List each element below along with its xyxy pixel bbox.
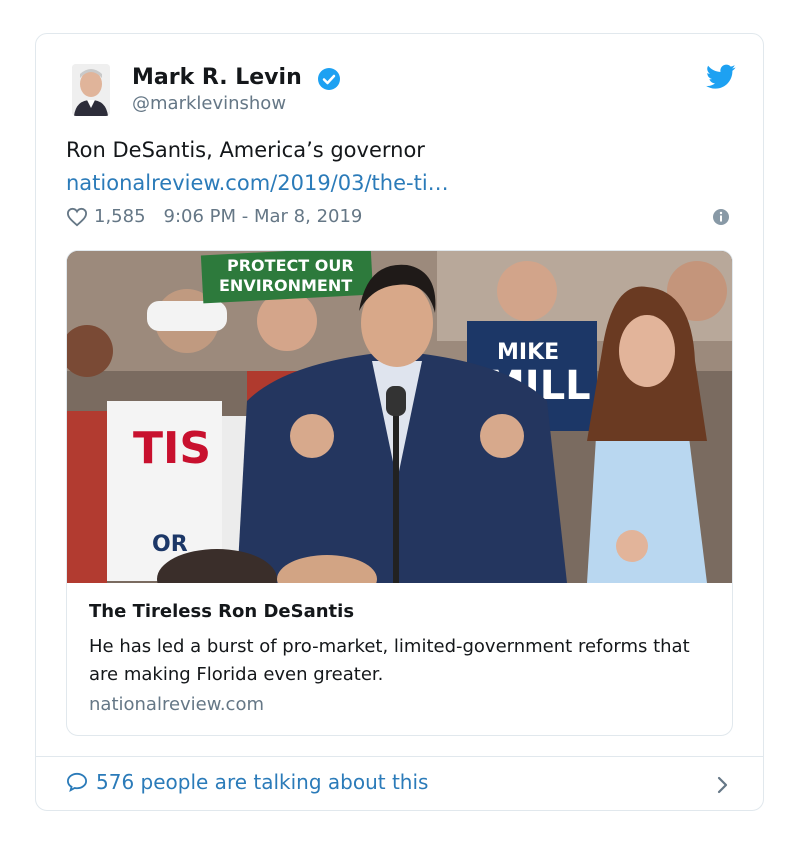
sign-environment-text: ENVIRONMENT [219,276,352,295]
article-title[interactable]: The Tireless Ron DeSantis [89,601,354,622]
comment-bubble-icon [66,772,88,792]
tweet-link[interactable]: nationalreview.com/2019/03/the-ti… [66,171,449,195]
conversation-link[interactable]: 576 people are talking about this [66,770,428,794]
twitter-bird-icon[interactable] [706,64,736,90]
sign-mike-text: MIKE [497,340,559,365]
article-domain: nationalreview.com [89,694,264,715]
footer-divider [36,756,763,757]
info-icon[interactable] [712,208,730,226]
tweet-meta: 1,585 9:06 PM - Mar 8, 2019 [66,206,362,227]
article-description: He has led a burst of pro-market, limite… [89,636,690,685]
sign-or-text: OR [152,532,188,557]
verified-badge-icon [318,68,340,90]
link-preview-card[interactable]: PROTECT OUR ENVIRONMENT MIKE MILL TIS OR [66,250,733,736]
author-handle[interactable]: @marklevinshow [132,93,286,114]
author-avatar[interactable] [72,64,110,116]
article-photo-illustration: PROTECT OUR ENVIRONMENT MIKE MILL TIS OR [67,251,732,583]
chevron-right-icon[interactable] [716,775,730,795]
tweet-text: Ron DeSantis, America’s governor [66,138,425,162]
heart-icon[interactable] [66,207,88,227]
sign-protect-text: PROTECT OUR [227,256,354,275]
article-photo: PROTECT OUR ENVIRONMENT MIKE MILL TIS OR [67,251,732,583]
talking-count-text[interactable]: 576 people are talking about this [96,770,428,794]
tweet-embed-card: Mark R. Levin @marklevinshow Ron DeSanti… [35,33,764,811]
tweet-timestamp[interactable]: 9:06 PM - Mar 8, 2019 [164,206,363,227]
author-name[interactable]: Mark R. Levin [132,65,302,90]
sign-tis-text: TIS [133,423,211,474]
like-count[interactable]: 1,585 [94,206,146,227]
